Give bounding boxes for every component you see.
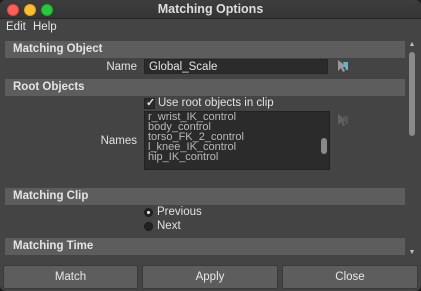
next-radio[interactable] [144,222,153,231]
apply-button[interactable]: Apply [142,265,278,289]
section-matching-clip[interactable]: Matching Clip [5,188,405,205]
list-item[interactable]: hip_IK_control [148,152,218,163]
section-matching-time[interactable]: Matching Time [5,238,405,255]
options-panel: Matching Object Name Global_Scale Root O… [5,39,405,259]
next-label: Next [157,220,181,232]
use-root-objects-checkbox[interactable]: ✓ [144,97,156,109]
use-root-objects-label: Use root objects in clip [158,97,274,109]
select-object-icon[interactable] [336,59,350,73]
previous-label: Previous [157,206,202,218]
root-names-list[interactable]: r_wrist_IK_control body_control torso_FK… [144,111,330,170]
name-field[interactable]: Global_Scale [144,59,328,74]
menu-help[interactable]: Help [33,21,57,33]
names-label: Names [100,135,137,147]
panel-scrollbar-thumb[interactable] [409,52,415,136]
section-root-objects[interactable]: Root Objects [5,79,405,96]
scroll-up-icon[interactable]: ▲ [408,41,416,49]
menu-edit[interactable]: Edit [6,21,26,33]
list-scrollbar-thumb[interactable] [321,138,327,154]
window-title: Matching Options [157,2,264,16]
section-matching-object[interactable]: Matching Object [5,41,405,58]
title-bar: Matching Options [0,0,421,19]
menu-bar: Edit Help [0,19,421,36]
matching-options-window: Matching Options Edit Help Matching Obje… [0,0,421,291]
scroll-down-icon[interactable]: ▼ [408,249,416,257]
name-label: Name [106,61,137,73]
panel-scrollbar[interactable]: ▲ ▼ [407,39,417,259]
checkmark-icon: ✓ [146,97,156,109]
match-button[interactable]: Match [3,265,138,289]
close-button[interactable]: Close [282,265,418,289]
previous-radio[interactable] [144,208,153,217]
select-roots-icon [338,114,348,126]
